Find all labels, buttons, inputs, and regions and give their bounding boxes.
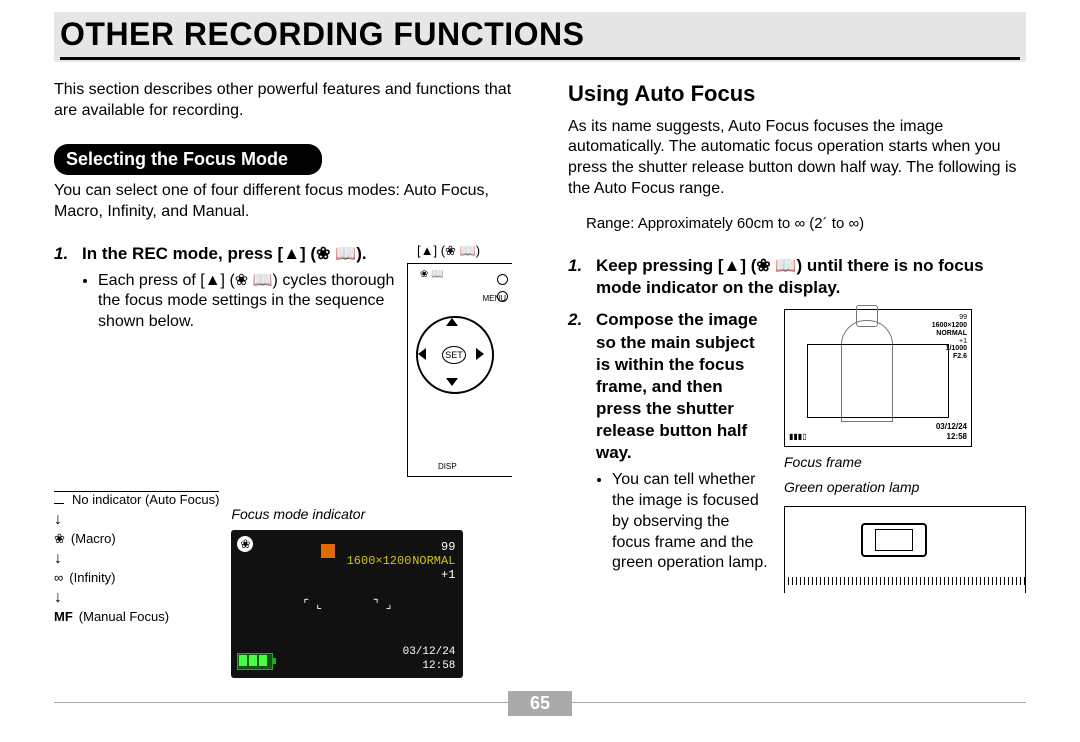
- seq-macro-label: (Macro): [71, 531, 116, 548]
- lcd-ev: +1: [441, 568, 455, 584]
- dpad-caption: [▲] (❀ 📖): [407, 243, 512, 260]
- step-item: Compose the image so the main subject is…: [568, 309, 1026, 592]
- battery-icon: [237, 653, 273, 670]
- step-heading: In the REC mode, press [▲] (❀ 📖).: [82, 243, 399, 265]
- up-arrow-icon: [446, 318, 458, 326]
- down-arrow-icon: ↓: [54, 551, 62, 567]
- bullet-item: You can tell whether the image is focuse…: [612, 470, 770, 574]
- menu-label: MENU: [482, 294, 506, 304]
- camera-top-illustration: [784, 506, 1026, 593]
- macro-indicator-icon: ❀: [237, 536, 253, 552]
- seq-infinity-label: (Infinity): [69, 570, 115, 587]
- page-number: 65: [508, 691, 572, 716]
- focus-bracket-left-icon: ⌜ ⌞: [303, 598, 321, 614]
- page-title: OTHER RECORDING FUNCTIONS: [60, 16, 1020, 60]
- step-heading: Keep pressing [▲] (❀ 📖) until there is n…: [596, 255, 1026, 299]
- section-heading: Using Auto Focus: [568, 80, 1026, 109]
- lcd-time: 12:58: [422, 660, 455, 672]
- lcd-datetime: 03/12/24 12:58: [403, 645, 456, 674]
- seq-arrow: ↓: [54, 512, 219, 528]
- step-bullets: You can tell whether the image is focuse…: [596, 470, 770, 574]
- seq-arrow: ↓: [54, 590, 219, 606]
- osd-date: 03/12/24: [936, 422, 967, 431]
- focus-frame-icon: [807, 344, 949, 418]
- osd-count: 99: [959, 314, 967, 321]
- screen-osd: 99 1600×1200 NORMAL +1 1/1000 F2.6: [932, 314, 967, 360]
- mf-icon: MF: [54, 609, 73, 626]
- down-arrow-icon: ↓: [54, 512, 62, 528]
- step-item: In the REC mode, press [▲] (❀ 📖). Each p…: [54, 243, 399, 333]
- osd-time: 12:58: [947, 432, 967, 441]
- step-with-diagram: In the REC mode, press [▲] (❀ 📖). Each p…: [54, 243, 512, 478]
- osd-quality: NORMAL: [936, 330, 967, 337]
- title-bar: OTHER RECORDING FUNCTIONS: [54, 12, 1026, 62]
- flower-book-icon: ❀ 📖: [420, 268, 444, 281]
- seq-auto-label: No indicator (Auto Focus): [72, 492, 219, 509]
- step-heading: Compose the image so the main subject is…: [596, 309, 770, 464]
- focus-frame-caption: Focus frame: [784, 453, 1026, 471]
- focus-indicator-caption: Focus mode indicator: [231, 505, 463, 523]
- camera-lcd-illustration: ❀ 99 1600×1200 NORMAL +1 ⌜ ⌞ ⌝ ⌟ 03/12/2…: [231, 530, 463, 678]
- down-arrow-icon: ↓: [54, 590, 62, 606]
- section-description: You can select one of four different foc…: [54, 181, 512, 223]
- dpad-diagram-wrapper: [▲] (❀ 📖) ❀ 📖 MENU DISP: [407, 243, 512, 478]
- intro-text: This section describes other powerful fe…: [54, 80, 512, 122]
- right-arrow-icon: [476, 348, 484, 360]
- seq-mf: MF (Manual Focus): [54, 609, 219, 626]
- steps-list: Keep pressing [▲] (❀ 📖) until there is n…: [568, 255, 1026, 593]
- camera-dpad-illustration: ❀ 📖 MENU DISP: [407, 263, 512, 477]
- battery-icon: ▮▮▮▯: [789, 432, 807, 442]
- infinity-icon: ∞: [54, 570, 63, 587]
- focus-sequence-and-lcd: No indicator (Auto Focus) ↓ ❀ (Macro) ↓ ∞…: [54, 489, 512, 677]
- camera-screen-illustration: 99 1600×1200 NORMAL +1 1/1000 F2.6 ▮▮▮▯ …: [784, 309, 972, 447]
- osd-shutter: 1/1000: [946, 345, 967, 352]
- right-illustrations: 99 1600×1200 NORMAL +1 1/1000 F2.6 ▮▮▮▯ …: [784, 309, 1026, 592]
- two-column-layout: This section describes other powerful fe…: [54, 80, 1026, 678]
- right-column: Using Auto Focus As its name suggests, A…: [568, 80, 1026, 678]
- manual-page: OTHER RECORDING FUNCTIONS This section d…: [0, 12, 1080, 742]
- seq-macro: ❀ (Macro): [54, 531, 219, 548]
- page-footer: 65: [54, 702, 1026, 728]
- steps-list: In the REC mode, press [▲] (❀ 📖). Each p…: [54, 243, 399, 333]
- viewfinder-icon: [861, 523, 927, 557]
- lcd-block: Focus mode indicator ❀ 99 1600×1200 NORM…: [231, 489, 463, 677]
- osd-ev: +1: [959, 338, 967, 345]
- grip-texture-icon: [784, 577, 1026, 585]
- osd-res: 1600×1200: [932, 322, 967, 329]
- section-heading-pill: Selecting the Focus Mode: [54, 144, 322, 175]
- disp-label: DISP: [438, 462, 457, 472]
- down-arrow-icon: [446, 378, 458, 386]
- focus-mode-sequence: No indicator (Auto Focus) ↓ ❀ (Macro) ↓ ∞…: [54, 489, 219, 677]
- left-arrow-icon: [418, 348, 426, 360]
- osd-datetime: 03/12/24 12:58: [936, 422, 967, 443]
- bullet-item: Each press of [▲] (❀ 📖) cycles thorough …: [98, 271, 399, 333]
- focus-bracket-right-icon: ⌝ ⌟: [373, 598, 391, 614]
- osd-fstop: F2.6: [953, 353, 967, 360]
- left-column: This section describes other powerful fe…: [54, 80, 512, 678]
- macro-icon: ❀: [54, 531, 65, 548]
- seq-arrow: ↓: [54, 551, 219, 567]
- seq-auto: No indicator (Auto Focus): [54, 491, 219, 509]
- step-item: Keep pressing [▲] (❀ 📖) until there is n…: [568, 255, 1026, 299]
- green-lamp-caption: Green operation lamp: [784, 478, 1026, 496]
- seq-mf-label: (Manual Focus): [79, 609, 169, 626]
- range-text: Range: Approximately 60cm to ∞ (2´ to ∞): [586, 214, 1026, 234]
- lcd-date: 03/12/24: [403, 646, 456, 658]
- record-indicator-icon: [321, 544, 335, 558]
- section-para: As its name suggests, Auto Focus focuses…: [568, 117, 1026, 200]
- lcd-res: 1600×1200: [347, 554, 412, 570]
- step-bullets: Each press of [▲] (❀ 📖) cycles thorough …: [82, 271, 399, 333]
- seq-infinity: ∞ (Infinity): [54, 570, 219, 587]
